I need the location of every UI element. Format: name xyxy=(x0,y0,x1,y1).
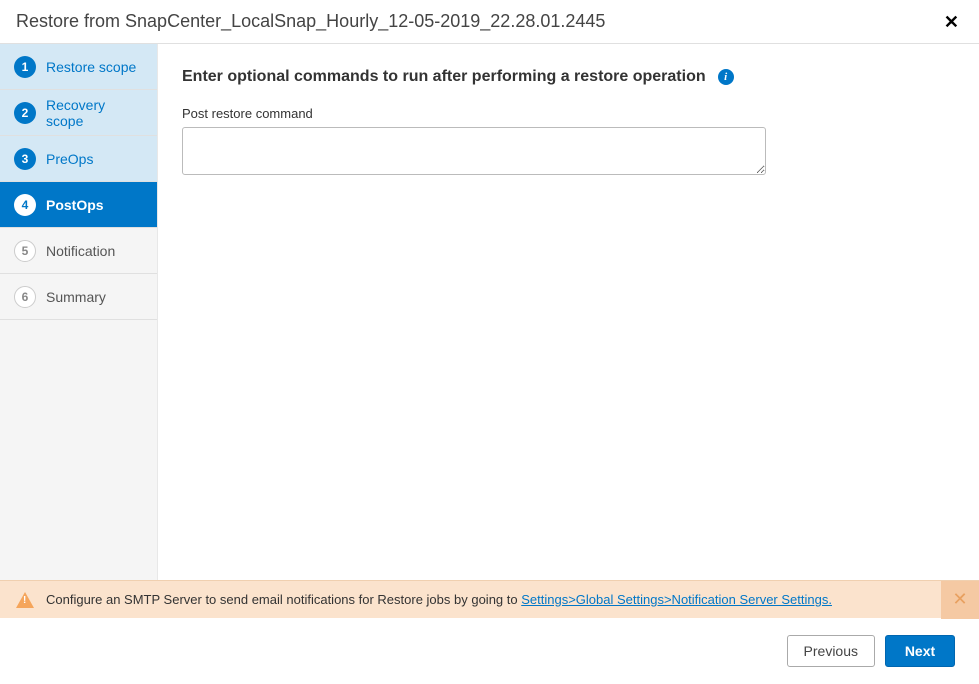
next-button[interactable]: Next xyxy=(885,635,955,667)
notification-message: Configure an SMTP Server to send email n… xyxy=(46,592,521,607)
notification-dismiss-icon[interactable]: ✕ xyxy=(941,581,979,619)
step-recovery-scope[interactable]: 2 Recovery scope xyxy=(0,90,157,136)
dialog-header: Restore from SnapCenter_LocalSnap_Hourly… xyxy=(0,0,979,44)
step-number: 5 xyxy=(14,240,36,262)
step-number: 6 xyxy=(14,286,36,308)
previous-button[interactable]: Previous xyxy=(787,635,875,667)
step-label: Recovery scope xyxy=(46,97,143,129)
step-preops[interactable]: 3 PreOps xyxy=(0,136,157,182)
step-label: Summary xyxy=(46,289,106,305)
main-area: 1 Restore scope 2 Recovery scope 3 PreOp… xyxy=(0,44,979,580)
step-label: PostOps xyxy=(46,197,104,213)
wizard-sidebar: 1 Restore scope 2 Recovery scope 3 PreOp… xyxy=(0,44,158,580)
warning-icon xyxy=(16,592,34,608)
step-number: 1 xyxy=(14,56,36,78)
step-number: 4 xyxy=(14,194,36,216)
step-restore-scope[interactable]: 1 Restore scope xyxy=(0,44,157,90)
post-restore-command-label: Post restore command xyxy=(182,106,955,121)
step-number: 3 xyxy=(14,148,36,170)
notification-bar: Configure an SMTP Server to send email n… xyxy=(0,580,979,618)
content-heading: Enter optional commands to run after per… xyxy=(182,68,706,86)
post-restore-command-input[interactable] xyxy=(182,127,766,175)
notification-text: Configure an SMTP Server to send email n… xyxy=(46,592,941,607)
step-number: 2 xyxy=(14,102,36,124)
dialog-title: Restore from SnapCenter_LocalSnap_Hourly… xyxy=(16,11,605,32)
close-icon[interactable]: ✕ xyxy=(940,9,963,35)
dialog-footer: Previous Next xyxy=(0,618,979,684)
info-icon[interactable]: i xyxy=(718,69,734,85)
step-postops[interactable]: 4 PostOps xyxy=(0,182,157,228)
step-label: Notification xyxy=(46,243,115,259)
step-notification[interactable]: 5 Notification xyxy=(0,228,157,274)
step-label: Restore scope xyxy=(46,59,136,75)
notification-link[interactable]: Settings>Global Settings>Notification Se… xyxy=(521,592,832,607)
step-label: PreOps xyxy=(46,151,93,167)
content-heading-row: Enter optional commands to run after per… xyxy=(182,68,955,86)
content-panel: Enter optional commands to run after per… xyxy=(158,44,979,580)
step-summary[interactable]: 6 Summary xyxy=(0,274,157,320)
